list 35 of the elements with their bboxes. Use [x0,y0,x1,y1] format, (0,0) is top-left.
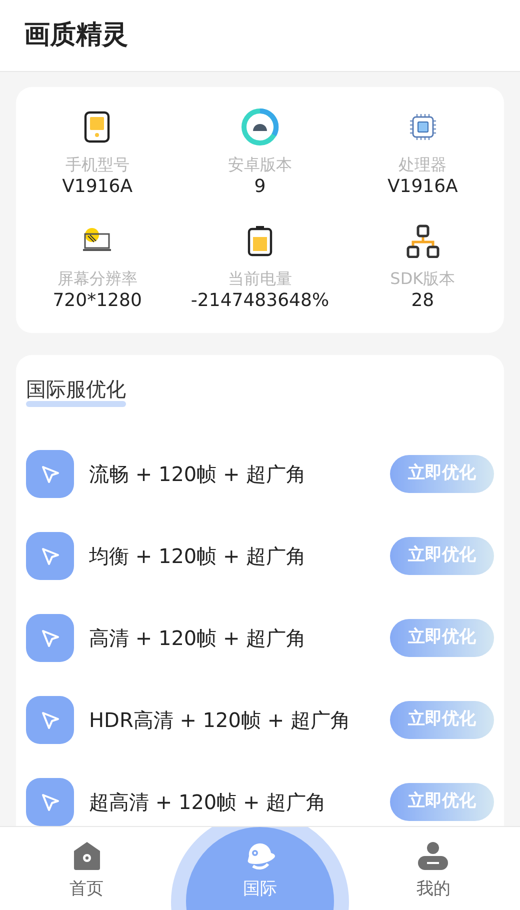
battery-icon [246,225,273,257]
info-value: 720*1280 [52,289,142,313]
android-icon [240,108,279,146]
info-value: -2147483648% [190,289,330,313]
pointer-icon [26,450,74,498]
info-label: 处理器 [398,155,447,175]
optimize-button[interactable]: 立即优化 [390,455,494,493]
info-value: V1916A [62,175,133,199]
section-title: 国际服优化 [26,377,126,401]
pointer-icon [26,696,74,744]
user-icon [417,841,450,871]
info-label: SDK版本 [390,269,456,289]
info-label: 手机型号 [65,155,130,175]
info-label: 屏幕分辨率 [57,269,138,289]
nav-tab[interactable]: 首页 [70,827,104,910]
info-label: 当前电量 [228,269,292,289]
optimize-button[interactable]: 立即优化 [390,619,494,657]
optimize-button[interactable]: 立即优化 [390,701,494,739]
preset-label: HDR高清 + 120帧 + 超广角 [89,707,352,734]
preset-label: 超高清 + 120帧 + 超广角 [89,789,328,816]
info-value: 28 [411,289,434,313]
info-value: V1916A [387,175,458,199]
optimize-button[interactable]: 立即优化 [390,537,494,575]
info-label: 安卓版本 [228,155,292,175]
network-icon [406,224,440,258]
info-value: 9 [254,175,266,199]
preset-label: 流畅 + 120帧 + 超广角 [89,461,308,488]
preset-label: 均衡 + 120帧 + 超广角 [89,543,308,570]
app-title: 画质精灵 [24,19,128,52]
phone-icon [84,111,110,143]
preset-label: 高清 + 120帧 + 超广角 [89,625,308,652]
pointer-icon [26,614,74,662]
pointer-icon [26,532,74,580]
optimize-button[interactable]: 立即优化 [390,783,494,821]
nav-tab[interactable]: 我的 [416,827,450,910]
